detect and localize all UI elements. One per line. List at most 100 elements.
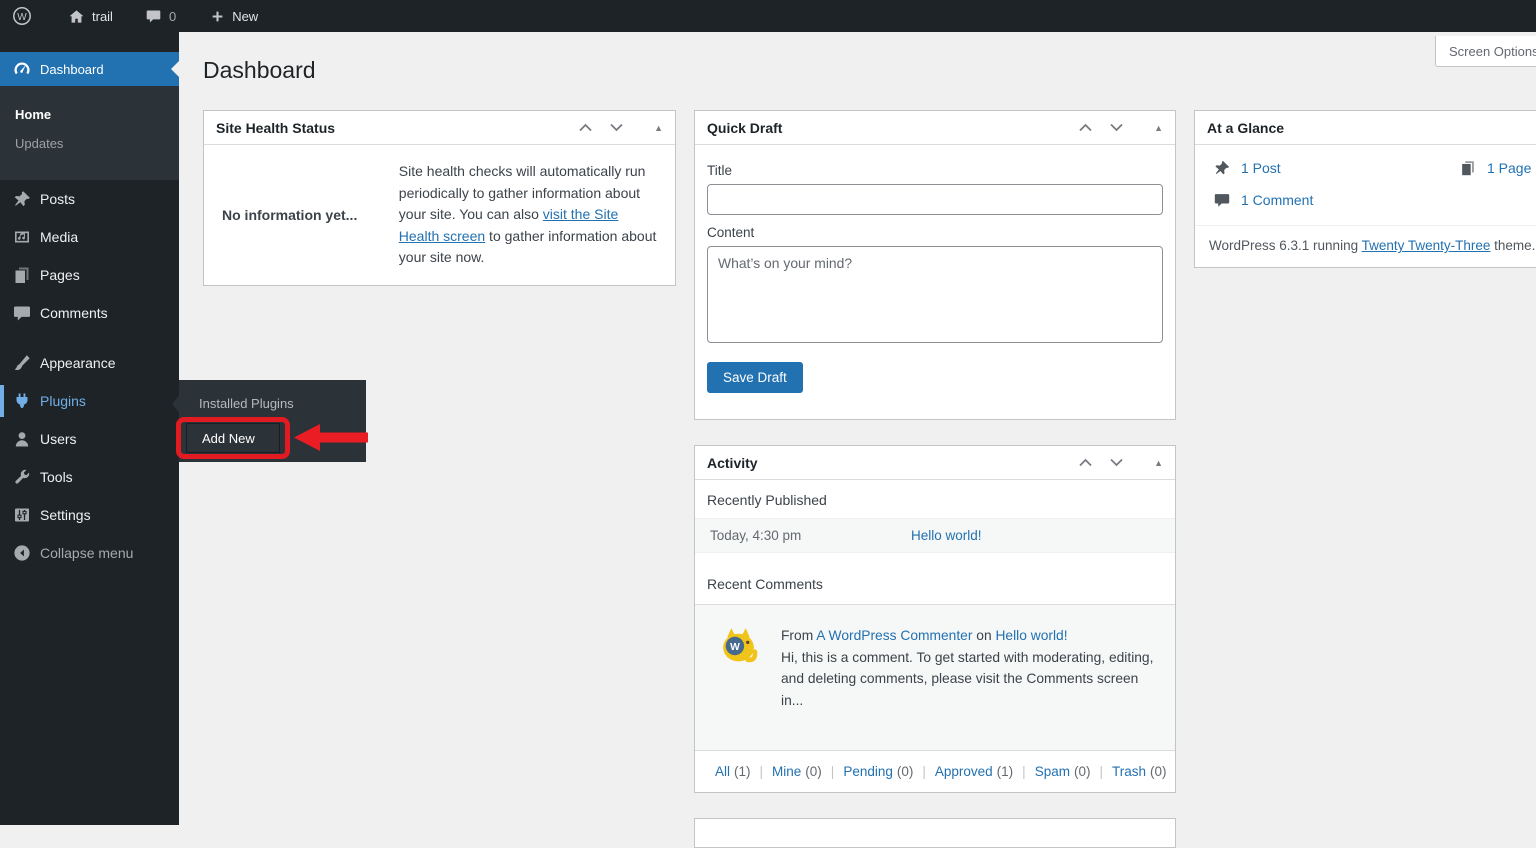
collapse-icon [12,543,32,563]
at-a-glance-counts: 1 Post 1 Page 1 Comment [1195,145,1536,225]
sliders-icon [12,505,32,525]
partial-widget-below [694,818,1176,848]
filter-approved: Approved (1) [935,764,1013,779]
filter-link[interactable]: Mine [772,764,801,779]
site-health-status-label: No information yet... [222,161,399,269]
plugins-active-bar [0,385,4,417]
filter-count: (0) [805,764,822,779]
sidebar-item-label: Posts [40,191,75,207]
at-a-glance-widget: At a Glance 1 Post 1 Page 1 Comment Word… [1194,110,1536,268]
spacer [695,553,1175,564]
move-down-icon[interactable] [1109,458,1124,467]
admin-bar: W trail 0 New [0,0,1536,32]
filter-link[interactable]: All [715,764,730,779]
comment-post-link[interactable]: Hello world! [995,628,1067,643]
filter-link[interactable]: Trash [1112,764,1146,779]
plug-icon [12,391,32,411]
quick-draft-title-input[interactable] [707,184,1163,215]
filter-link[interactable]: Approved [935,764,993,779]
sidebar-item-posts[interactable]: Posts [0,180,179,218]
move-up-icon[interactable] [1078,123,1093,132]
comment-author-link[interactable]: A WordPress Commenter [816,628,972,643]
pushpin-icon [1213,159,1231,177]
plugins-flyout-menu: Installed Plugins Add New [179,380,366,462]
filter-all: All(1) [715,764,751,779]
sidebar-item-plugins[interactable]: Plugins [0,382,179,420]
sidebar-item-appearance[interactable]: Appearance [0,344,179,382]
red-arrow-icon [294,424,368,454]
quick-draft-title-label: Title [707,163,1163,178]
admin-bar-new[interactable]: New [198,0,270,32]
dashboard-submenu: Home Updates [0,86,179,180]
sidebar-item-comments[interactable]: Comments [0,294,179,332]
flyout-item-installed-plugins[interactable]: Installed Plugins [179,389,366,418]
quick-draft-content-textarea[interactable] [707,246,1163,343]
glance-comment-count-link[interactable]: 1 Comment [1241,192,1313,208]
svg-text:W: W [17,12,27,23]
filter-mine: Mine (0) [772,764,822,779]
comment-bubble-icon [12,303,32,323]
comment-excerpt: Hi, this is a comment. To get started wi… [781,647,1163,712]
sidebar-item-label: Dashboard [40,62,104,77]
quick-draft-widget: Quick Draft ▲ Title Content Save Draft [694,110,1176,420]
comment-item: W From A WordPress Commenter on Hello wo… [695,605,1175,750]
move-up-icon[interactable] [578,123,593,132]
filter-separator: | [1099,764,1103,779]
theme-link[interactable]: Twenty Twenty-Three [1362,238,1491,253]
pages-icon [1459,159,1477,177]
collapse-toggle-icon[interactable]: ▲ [1154,123,1163,133]
glance-page-count-link[interactable]: 1 Page [1487,160,1531,176]
filter-separator: | [831,764,835,779]
sidebar-item-settings[interactable]: Settings [0,496,179,534]
glance-comments: 1 Comment [1213,191,1459,209]
collapse-toggle-icon[interactable]: ▲ [654,123,663,133]
pushpin-icon [12,189,32,209]
sidebar-subitem-home[interactable]: Home [0,100,179,129]
sidebar-item-dashboard[interactable]: Dashboard [0,52,179,86]
flyout-notch [172,396,179,412]
person-icon [12,429,32,449]
activity-widget: Activity ▲ Recently Published Today, 4:3… [694,445,1176,793]
comment-from-text: From [781,628,816,643]
sidebar-item-label: Pages [40,267,80,283]
dashboard-icon [12,59,32,79]
site-name-label: trail [92,9,113,24]
sidebar-item-users[interactable]: Users [0,420,179,458]
save-draft-button[interactable]: Save Draft [707,362,803,393]
widget-title: At a Glance [1207,120,1284,136]
site-health-widget: Site Health Status ▲ No information yet.… [203,110,676,286]
admin-bar-comments[interactable]: 0 [133,0,188,32]
filter-count: (1) [997,764,1014,779]
sidebar-item-media[interactable]: Media [0,218,179,256]
wordpress-logo-menu[interactable]: W [0,0,44,32]
sidebar-item-pages[interactable]: Pages [0,256,179,294]
move-up-icon[interactable] [1078,458,1093,467]
filter-link[interactable]: Pending [843,764,893,779]
sidebar-subitem-updates[interactable]: Updates [0,129,179,158]
widget-title: Site Health Status [216,120,335,136]
pages-icon [12,265,32,285]
wrench-icon [12,467,32,487]
wordpress-version-text: WordPress 6.3.1 running Twenty Twenty-Th… [1195,225,1536,267]
site-name-link[interactable]: trail [56,0,125,32]
recently-published-heading: Recently Published [695,480,1175,518]
published-post-link[interactable]: Hello world! [911,528,982,543]
collapse-menu-button[interactable]: Collapse menu [0,534,179,572]
glance-post-count-link[interactable]: 1 Post [1241,160,1281,176]
admin-bar-new-label: New [232,9,258,24]
filter-link[interactable]: Spam [1035,764,1070,779]
comment-bubble-icon [145,8,162,25]
sidebar-item-label: Settings [40,507,91,523]
filter-count: (0) [897,764,914,779]
brush-icon [12,353,32,373]
site-health-header: Site Health Status ▲ [204,111,675,145]
sidebar-item-tools[interactable]: Tools [0,458,179,496]
screen-options-button[interactable]: Screen Options [1435,36,1536,67]
collapse-toggle-icon[interactable]: ▲ [1154,458,1163,468]
move-down-icon[interactable] [1109,123,1124,132]
widget-title: Quick Draft [707,120,782,136]
move-down-icon[interactable] [609,123,624,132]
filter-separator: | [1022,764,1026,779]
comment-bubble-icon [1213,191,1231,209]
filter-trash: Trash(0) [1112,764,1167,779]
